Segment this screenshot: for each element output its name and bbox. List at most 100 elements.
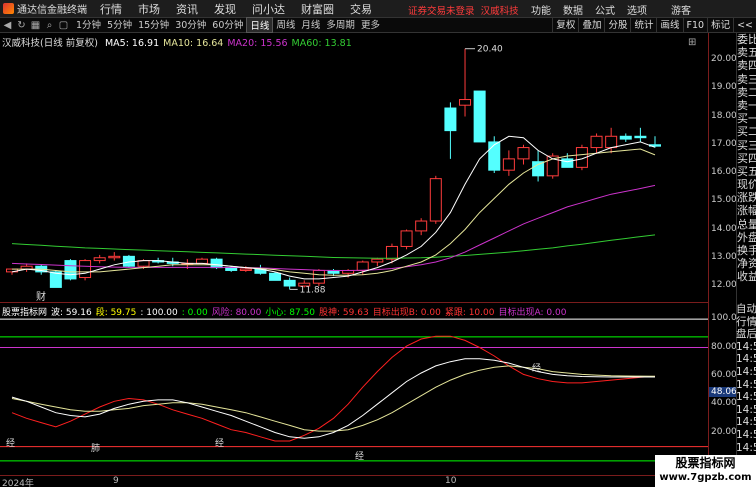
indicator-legend-item: 股神: 59.63 — [319, 308, 369, 318]
candle-body — [385, 245, 398, 260]
chart-settings-icon: ⊞ — [688, 37, 696, 48]
side-label: 卖五 — [737, 46, 756, 60]
window-icon[interactable]: ▢ — [58, 20, 69, 31]
top-right-item[interactable]: 选项 — [627, 2, 647, 17]
top-right-item[interactable]: 数据 — [563, 2, 583, 17]
candle-body — [210, 258, 223, 269]
side-label: 买一 — [737, 112, 756, 126]
side-label: 买四 — [737, 151, 756, 165]
app-logo: 通达信金融终端 — [0, 1, 92, 16]
indicator-legend-item: 紧跟: 10.00 — [444, 308, 495, 318]
side-label: 总量 — [737, 217, 756, 231]
period-tab[interactable]: 多周期 — [323, 17, 358, 33]
site-watermark: 股票指标网 www.7gpzb.com — [655, 455, 756, 487]
tick-label: 14:50 — [736, 365, 756, 378]
date-label: 2024年 — [2, 479, 34, 487]
price-axis-label: 14.00 — [711, 223, 737, 234]
indicator-axis-label: 20.00 — [711, 426, 737, 437]
candle-body — [195, 258, 208, 264]
ma60-line — [11, 234, 656, 259]
current-stock-name[interactable]: 汉威科技 — [481, 6, 519, 17]
period-tab[interactable]: 日线 — [246, 17, 274, 33]
high-price-label: 20.40 — [477, 45, 503, 55]
kline-chart[interactable]: 20.40 11.88 财 ⊞ — [0, 33, 708, 303]
toolbar-tool[interactable]: 叠加 — [578, 18, 604, 33]
price-axis-label: 15.00 — [711, 195, 737, 206]
top-right-item[interactable]: 游客 — [671, 2, 691, 17]
indicator-axis-label: 80.00 — [711, 341, 737, 352]
candle-body — [502, 158, 515, 171]
period-tab[interactable]: 月线 — [298, 17, 323, 33]
back-icon[interactable]: ◀ — [2, 20, 13, 31]
refresh-icon[interactable]: ↻ — [16, 20, 27, 31]
login-notice[interactable]: 证券交易未登录 汉威科技 — [408, 3, 519, 17]
price-axis: 20.00 19.00 18.00 17.00 16.00 15.00 14.00 13.00… — [708, 33, 737, 303]
toolbar-tool[interactable]: << — [733, 18, 756, 33]
toolbar-tool[interactable]: 画线 — [656, 18, 682, 33]
price-axis-label: 19.00 — [711, 82, 737, 93]
indicator-axis-label: 60.00 — [711, 369, 737, 380]
menu-item[interactable]: 行情 — [92, 1, 130, 17]
candle-body — [225, 267, 238, 271]
grid-icon[interactable]: ▦ — [30, 20, 41, 31]
indicator-chart[interactable]: 经肺经经经 — [0, 303, 708, 475]
wave-label: 经 — [355, 450, 364, 462]
tick-label: 行情 — [736, 315, 756, 328]
search-icon[interactable]: ⌕ — [44, 20, 55, 31]
candle-body — [444, 107, 457, 132]
indicator-axis: 100.00 80.00 60.00 40.00 20.00 48.06 — [708, 303, 743, 475]
period-tab[interactable]: 5分钟 — [104, 17, 135, 33]
candle-body — [108, 255, 121, 259]
watermark-url: www.7gpzb.com — [659, 472, 752, 483]
menu-item[interactable]: 发现 — [206, 1, 244, 17]
candle-body — [473, 90, 486, 143]
candle-body — [64, 260, 77, 280]
period-tab[interactable]: 60分钟 — [209, 17, 246, 33]
login-notice-text[interactable]: 证券交易未登录 — [408, 6, 475, 17]
candle-body — [561, 158, 574, 168]
period-tab[interactable]: 更多 — [358, 17, 383, 33]
kline-chart-panel[interactable]: 20.40 11.88 财 ⊞ 汉威科技(日线 前复权) MA5: 16.91 MA10… — [0, 33, 708, 303]
side-label: 外盘 — [737, 230, 756, 244]
duan-line — [11, 365, 656, 432]
indicator-legend-item: 风险: 80.00 — [211, 308, 262, 318]
side-label: 卖四 — [737, 59, 756, 73]
menu-item[interactable]: 资讯 — [168, 1, 206, 17]
tick-label: 14:50 — [736, 391, 756, 404]
event-marker: 财 — [36, 290, 46, 303]
period-tab[interactable]: 15分钟 — [135, 17, 172, 33]
period-selector: 1分钟 5分钟 15分钟 30分钟 60分钟 日线 周线 月线 多周期 更多 — [73, 17, 383, 33]
wave-label: 经 — [215, 437, 224, 449]
app-name: 通达信金融终端 — [17, 5, 87, 16]
candle-body — [488, 141, 501, 171]
candle-body — [283, 279, 296, 287]
side-label: 买二 — [737, 125, 756, 139]
ma-legend-item: MA60: 13.81 — [291, 38, 352, 49]
menu-item[interactable]: 交易 — [342, 1, 380, 17]
menu-item[interactable]: 市场 — [130, 1, 168, 17]
period-tab[interactable]: 30分钟 — [172, 17, 209, 33]
ma-legend-item: MA20: 15.56 — [227, 38, 288, 49]
candle-body — [356, 261, 369, 271]
toolbar-tool[interactable]: 复权 — [552, 18, 578, 33]
indicator-legend-item: : 100.00 — [140, 308, 178, 318]
side-label: 涨跌 — [737, 191, 756, 205]
toolbar-tool[interactable]: 统计 — [630, 18, 656, 33]
candle-body — [634, 135, 647, 139]
toolbar-tool[interactable]: 分股 — [604, 18, 630, 33]
toolbar-tool[interactable]: F10 — [682, 18, 708, 33]
indicator-panel[interactable]: 经肺经经经 股票指标网 波: 59.16 段: 59.75: 100.00: 0.0… — [0, 303, 708, 475]
candle-body — [605, 135, 618, 149]
period-tab[interactable]: 1分钟 — [73, 17, 104, 33]
candle-body — [312, 269, 325, 284]
top-right-item[interactable]: 功能 — [531, 2, 551, 17]
menu-item[interactable]: 问小达 — [244, 1, 293, 17]
top-right-item[interactable]: 公式 — [595, 2, 615, 17]
toolbar-tool[interactable]: 标记 — [707, 18, 733, 33]
tick-label: 自动 — [736, 303, 756, 315]
candle-body — [239, 268, 252, 271]
menu-item[interactable]: 财富圈 — [293, 1, 342, 17]
period-tab[interactable]: 周线 — [273, 17, 298, 33]
date-label: 9 — [113, 476, 119, 486]
gushen-line — [11, 335, 656, 442]
